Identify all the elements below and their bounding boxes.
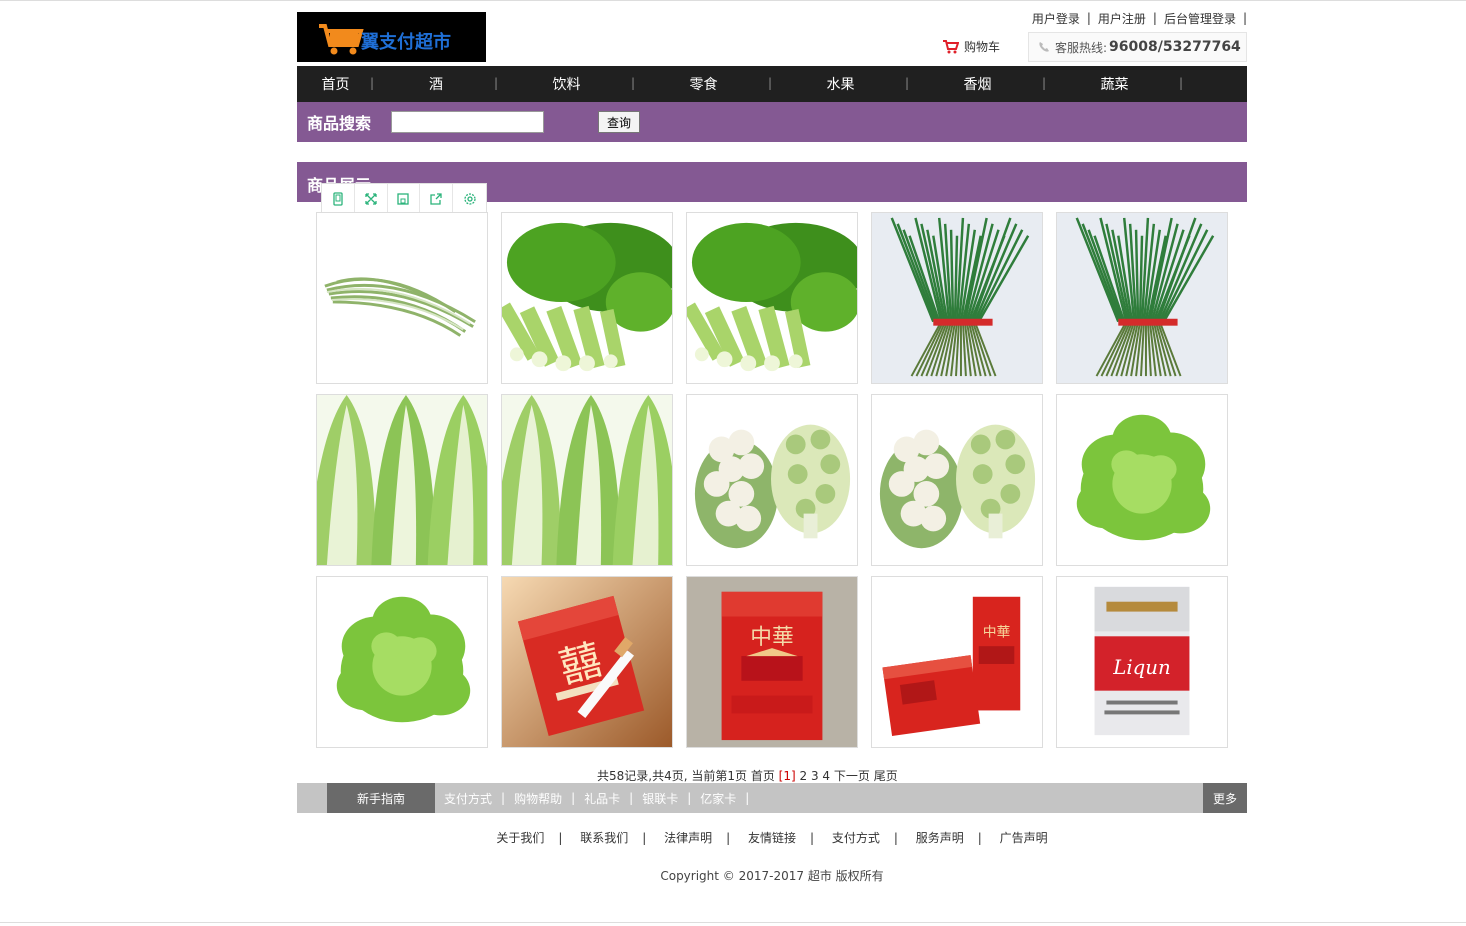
share-icon (430, 192, 442, 205)
product-image: 中華 (872, 577, 1042, 747)
nav-tobacco[interactable]: 香烟 (909, 74, 1046, 94)
product-card[interactable]: 中華 (686, 576, 858, 748)
product-card[interactable]: Liqun (1056, 576, 1228, 748)
nav-snacks[interactable]: 零食 (635, 74, 772, 94)
product-image: Liqun (1057, 577, 1227, 747)
pager-first[interactable]: 首页 (751, 769, 775, 783)
cart-label: 购物车 (964, 40, 1001, 54)
help-shopping-link[interactable]: 购物帮助 (505, 790, 571, 807)
login-link[interactable]: 用户登录 (1025, 10, 1087, 27)
footer-contact[interactable]: 联系我们 (566, 831, 642, 845)
pager-next[interactable]: 下一页 (834, 769, 870, 783)
copyright: Copyright © 2017-2017 超市 版权所有 (660, 869, 884, 883)
admin-login-link[interactable]: 后台管理登录 (1157, 10, 1243, 27)
help-unionpay-link[interactable]: 银联卡 (633, 790, 687, 807)
svg-text:Liqun: Liqun (1112, 656, 1171, 679)
pager-current: [1] (778, 769, 796, 783)
save-button[interactable] (388, 184, 421, 213)
footer-legal[interactable]: 法律声明 (650, 831, 726, 845)
pager-page-3[interactable]: 3 (811, 769, 819, 783)
phone-view-button[interactable] (322, 184, 355, 213)
image-toolbar (321, 183, 487, 214)
search-bar: 商品搜索 查询 (297, 102, 1247, 142)
nav-vegetables[interactable]: 蔬菜 (1046, 74, 1183, 94)
product-card[interactable] (501, 212, 673, 384)
pagination: 共58记录,共4页, 当前第1页 首页 [1] 2 3 4 下一页 尾页 (597, 767, 898, 784)
logo-text: 翼支付超市 (360, 31, 451, 53)
product-card[interactable] (316, 212, 488, 384)
save-icon (397, 192, 410, 205)
help-bar: 新手指南 支付方式 | 购物帮助 | 礼品卡 | 银联卡 | 亿家卡 | 更多 (297, 783, 1247, 813)
footer-service[interactable]: 服务声明 (902, 831, 978, 845)
product-card[interactable] (871, 212, 1043, 384)
product-card[interactable] (316, 576, 488, 748)
search-input[interactable] (391, 111, 544, 133)
svg-text:中華: 中華 (983, 624, 1011, 640)
footer-about[interactable]: 关于我们 (482, 831, 558, 845)
footer-ads[interactable]: 广告声明 (986, 831, 1062, 845)
bottom-rule (0, 922, 1466, 923)
top-rule (0, 0, 1466, 2)
product-image (1057, 213, 1227, 383)
nav-fruit[interactable]: 水果 (772, 74, 909, 94)
hotline-box: 客服热线: 96008/53277764 (1028, 32, 1247, 62)
product-image (502, 395, 672, 565)
help-giftcard-link[interactable]: 礼品卡 (575, 790, 629, 807)
nav-drinks[interactable]: 饮料 (498, 74, 635, 94)
register-link[interactable]: 用户注册 (1091, 10, 1153, 27)
help-links: 支付方式 | 购物帮助 | 礼品卡 | 银联卡 | 亿家卡 | (435, 783, 749, 813)
pager-summary: 共58记录,共4页, 当前第1页 (597, 769, 747, 783)
footer-payment[interactable]: 支付方式 (818, 831, 894, 845)
product-image (317, 577, 487, 747)
product-image (1057, 395, 1227, 565)
hotline-number: 96008/53277764 (1109, 39, 1241, 55)
product-card[interactable] (316, 394, 488, 566)
help-more-button[interactable]: 更多 (1203, 783, 1247, 813)
pager-page-2[interactable]: 2 (799, 769, 807, 783)
pager-last[interactable]: 尾页 (874, 769, 898, 783)
expand-icon (365, 192, 377, 205)
product-card[interactable] (686, 394, 858, 566)
help-yijia-link[interactable]: 亿家卡 (691, 790, 745, 807)
share-button[interactable] (420, 184, 454, 213)
product-image (687, 395, 857, 565)
main-nav: 首页 酒 饮料 零食 水果 香烟 蔬菜 (297, 66, 1247, 102)
svg-text:中華: 中華 (750, 625, 793, 650)
search-title: 商品搜索 (307, 114, 372, 133)
product-image (872, 213, 1042, 383)
help-guide-tab[interactable]: 新手指南 (327, 783, 435, 813)
search-button[interactable]: 查询 (598, 111, 640, 133)
product-card[interactable] (871, 394, 1043, 566)
product-image: 囍 (502, 577, 672, 747)
product-card[interactable] (501, 394, 673, 566)
product-card[interactable] (686, 212, 858, 384)
top-links: 用户登录 | 用户注册 | 后台管理登录 | (1025, 10, 1247, 26)
site-logo[interactable]: 翼支付超市 (297, 12, 486, 62)
nav-home[interactable]: 首页 (297, 74, 374, 94)
cart-logo-icon (319, 24, 364, 55)
phone-icon (333, 191, 343, 206)
settings-icon (463, 192, 476, 205)
nav-liquor[interactable]: 酒 (374, 74, 498, 94)
expand-button[interactable] (355, 184, 388, 213)
footer-links: 关于我们 | 联系我们 | 法律声明 | 友情链接 | 支付方式 | 服务声明 | 广告声明 (297, 829, 1247, 846)
product-image (502, 213, 672, 383)
shopping-cart-icon (943, 39, 959, 53)
product-image (872, 395, 1042, 565)
help-payment-link[interactable]: 支付方式 (435, 790, 501, 807)
product-image (687, 213, 857, 383)
hotline-label: 客服热线: (1055, 40, 1108, 55)
pager-page-4[interactable]: 4 (822, 769, 830, 783)
product-card[interactable] (1056, 394, 1228, 566)
cart-link[interactable]: 购物车 (942, 38, 1000, 55)
product-image (317, 213, 487, 383)
product-image (317, 395, 487, 565)
product-image: 中華 (687, 577, 857, 747)
product-card[interactable]: 囍 (501, 576, 673, 748)
phone-icon (1039, 42, 1049, 52)
settings-button[interactable] (453, 184, 486, 213)
product-card[interactable] (1056, 212, 1228, 384)
footer-friend-links[interactable]: 友情链接 (734, 831, 810, 845)
product-card[interactable]: 中華 (871, 576, 1043, 748)
